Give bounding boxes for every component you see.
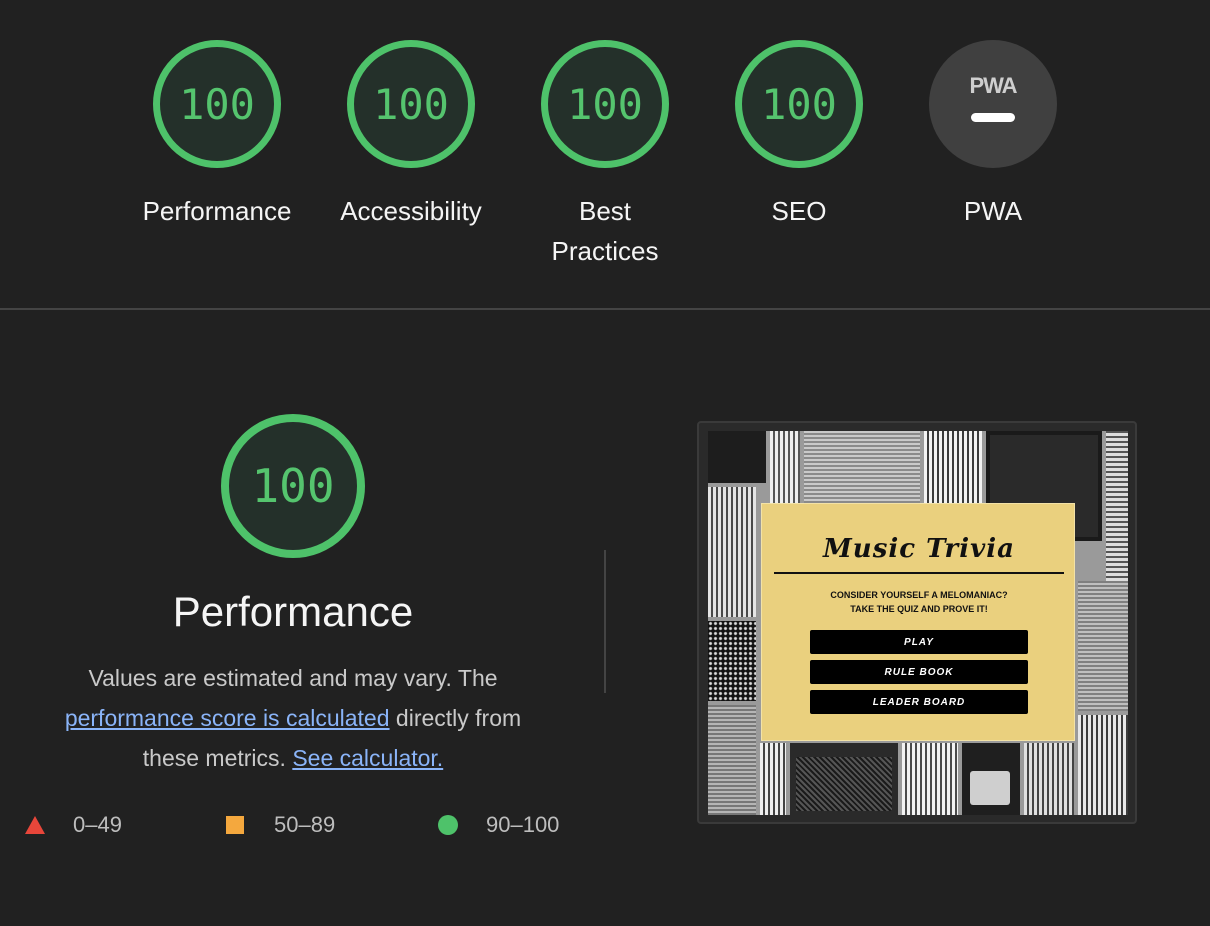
gauge-accessibility[interactable]: 100 Accessibility (314, 40, 508, 231)
records-tile (902, 743, 958, 815)
rule-book-button: RULE BOOK (810, 660, 1028, 684)
score-ring-performance: 100 (153, 40, 281, 168)
desc-text-1: Values are estimated and may vary. The (88, 665, 498, 691)
trivia-card: Music Trivia CONSIDER YOURSELF A MELOMAN… (761, 503, 1075, 741)
leader-board-button: LEADER BOARD (810, 690, 1028, 714)
performance-description: Values are estimated and may vary. The p… (40, 658, 546, 778)
amp-tile (1078, 581, 1128, 711)
records-tile (770, 431, 800, 503)
gauge-performance[interactable]: 100 Performance (120, 40, 314, 231)
subtitle-line-1: CONSIDER YOURSELF A MELOMANIAC? (830, 590, 1008, 600)
circle-icon (438, 815, 458, 835)
records-tile (760, 743, 786, 815)
performance-score-link[interactable]: performance score is calculated (65, 705, 390, 731)
amp-tile (708, 705, 756, 815)
square-icon (226, 816, 244, 834)
gauge-label-pwa: PWA (963, 196, 1023, 226)
amp-tile (804, 431, 920, 503)
play-button: PLAY (810, 630, 1028, 654)
amp-tile (708, 431, 766, 483)
pwa-logo: PWA (969, 72, 1017, 98)
gauge-label-best-practices: Best Practices (551, 196, 659, 266)
gauge-pwa[interactable]: PWA PWA (896, 40, 1090, 231)
gauge-seo[interactable]: 100 SEO (702, 40, 896, 231)
score-ring-best-practices: 100 (541, 40, 669, 168)
legend-pass: 90–100 (438, 812, 559, 838)
performance-section: 100 Performance Values are estimated and… (0, 310, 600, 926)
legend-fail: 0–49 (25, 812, 122, 838)
legend-average-label: 50–89 (274, 812, 336, 837)
legend-pass-label: 90–100 (486, 812, 560, 837)
score-summary: 100 Performance 100 Accessibility 100 Be… (0, 0, 1210, 310)
see-calculator-link[interactable]: See calculator. (292, 745, 443, 771)
speaker-grill (796, 757, 892, 811)
score-ring-seo: 100 (735, 40, 863, 168)
gauge-label-performance: Performance (142, 196, 292, 226)
triangle-icon (25, 816, 45, 834)
records-tile (1078, 715, 1128, 815)
pwa-badge: PWA (929, 40, 1057, 168)
records-tile (1106, 431, 1128, 581)
final-screenshot[interactable]: Music Trivia CONSIDER YOURSELF A MELOMAN… (697, 421, 1137, 824)
performance-score-ring: 100 (221, 414, 365, 558)
pwa-not-applicable-dash-icon (971, 112, 1015, 122)
speaker-tile (708, 621, 756, 701)
amp-face (970, 771, 1010, 805)
performance-title: Performance (172, 588, 414, 635)
gauge-label-accessibility: Accessibility (340, 196, 482, 226)
legend-fail-label: 0–49 (73, 812, 122, 837)
trivia-subtitle: CONSIDER YOURSELF A MELOMANIAC? TAKE THE… (762, 588, 1076, 616)
title-underline (774, 572, 1064, 574)
records-tile (1024, 743, 1074, 815)
trivia-title: Music Trivia (823, 534, 1015, 564)
gauge-label-seo: SEO (771, 196, 827, 226)
score-ring-accessibility: 100 (347, 40, 475, 168)
records-tile (924, 431, 982, 503)
score-legend: 0–49 50–89 90–100 (0, 812, 600, 842)
records-tile (708, 487, 756, 617)
page-screenshot: Music Trivia CONSIDER YOURSELF A MELOMAN… (708, 431, 1128, 815)
gauge-best-practices[interactable]: 100 Best Practices (508, 40, 702, 271)
legend-average: 50–89 (226, 812, 335, 838)
subtitle-line-2: TAKE THE QUIZ AND PROVE IT! (850, 604, 988, 614)
section-divider (604, 550, 606, 693)
